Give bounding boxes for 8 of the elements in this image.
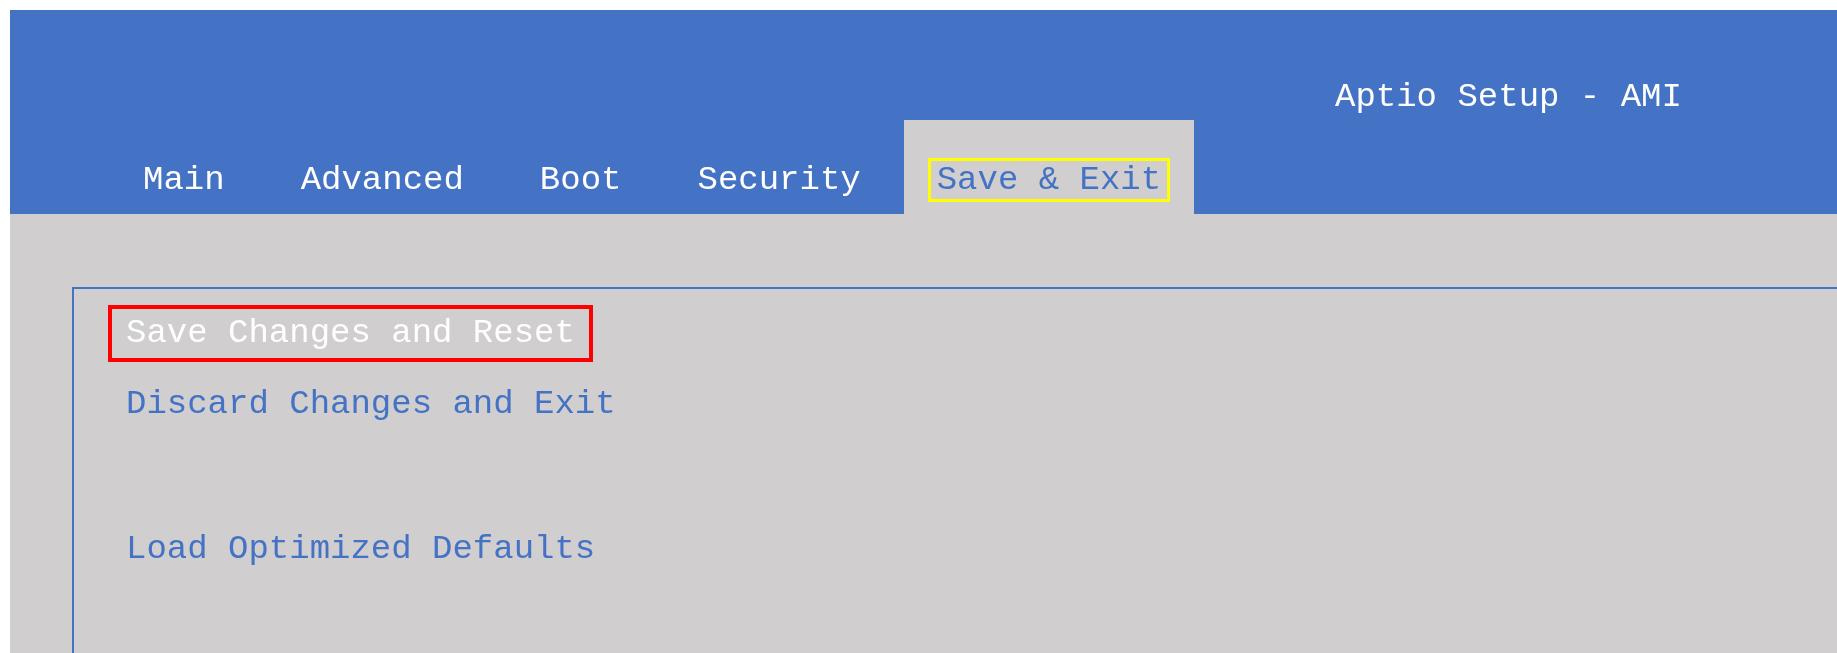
tab[interactable]: Security (664, 120, 894, 214)
tab[interactable]: Boot (506, 120, 655, 214)
menu-item[interactable]: Load Optimized Defaults (108, 520, 614, 578)
tab[interactable]: Advanced (267, 120, 497, 214)
menu-item[interactable]: Discard Changes and Exit (108, 375, 634, 433)
window-title: Aptio Setup - AMI (1335, 78, 1682, 116)
tab[interactable]: Main (110, 120, 258, 214)
tab[interactable]: Save & Exit (903, 120, 1195, 214)
